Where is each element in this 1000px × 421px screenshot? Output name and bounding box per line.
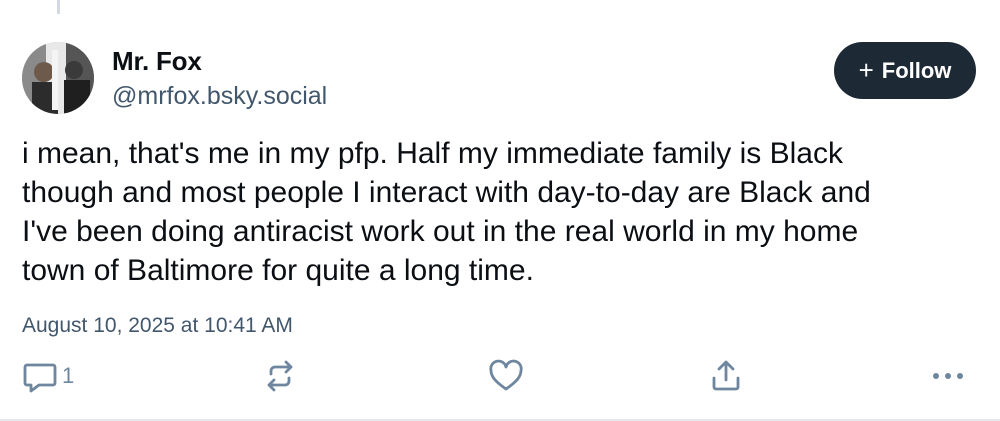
avatar[interactable]	[22, 42, 94, 114]
heart-icon	[489, 359, 523, 391]
reply-button[interactable]: 1	[22, 358, 74, 394]
author-display-name[interactable]: Mr. Fox	[112, 46, 202, 77]
share-icon	[712, 360, 740, 391]
reply-icon	[23, 363, 57, 393]
repost-button[interactable]	[262, 358, 298, 394]
post-text-line: town of Baltimore for quite a long time.	[22, 254, 534, 287]
reply-count: 1	[62, 363, 75, 388]
post-text: i mean, that's me in my pfp. Half my imm…	[22, 134, 972, 290]
post-text-line: though and most people I interact with d…	[22, 176, 871, 209]
author-handle[interactable]: @mrfox.bsky.social	[112, 82, 327, 111]
post-text-line: I've been doing antiracist work out in t…	[22, 215, 859, 248]
more-icon	[933, 373, 963, 379]
repost-icon	[267, 360, 293, 392]
avatar-image	[22, 42, 94, 114]
more-options-button[interactable]	[928, 358, 968, 394]
follow-button-label: Follow	[881, 57, 952, 83]
like-button[interactable]	[488, 358, 524, 394]
thread-connector-line	[57, 0, 60, 14]
post-text-line: i mean, that's me in my pfp. Half my imm…	[22, 137, 843, 170]
plus-icon: +	[858, 54, 874, 85]
post-timestamp[interactable]: August 10, 2025 at 10:41 AM	[22, 314, 293, 338]
share-button[interactable]	[708, 358, 744, 394]
post-actions-bar: 1	[0, 358, 1000, 398]
follow-button[interactable]: + Follow	[834, 42, 976, 99]
